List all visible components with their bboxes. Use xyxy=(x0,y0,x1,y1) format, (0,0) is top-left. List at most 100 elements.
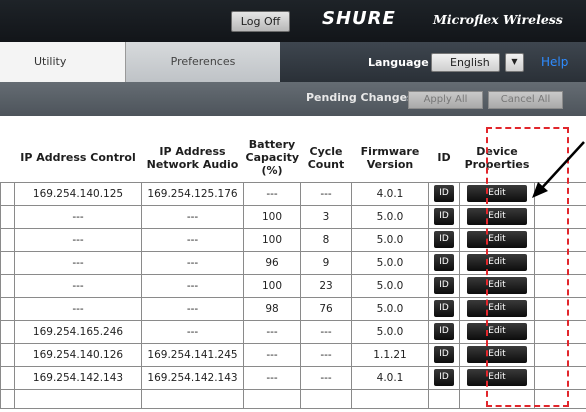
table-row-empty xyxy=(0,388,586,409)
edit-button[interactable]: Edit xyxy=(467,231,527,248)
product-name: Microflex Wireless xyxy=(433,12,563,27)
cancel-all-button[interactable]: Cancel All xyxy=(488,91,563,109)
empty-cell xyxy=(300,388,352,409)
cell-cycle: 23 xyxy=(300,273,352,298)
cell-firmware: 4.0.1 xyxy=(351,365,429,390)
tab-row: Utility Preferences Language English ▼ H… xyxy=(0,42,586,82)
column-header-device-properties: Device Properties xyxy=(459,134,535,182)
edit-button[interactable]: Edit xyxy=(467,300,527,317)
empty-cell xyxy=(534,388,586,409)
identify-button[interactable]: ID xyxy=(434,277,454,294)
table-row: 169.254.165.246 --- --- --- 5.0.0 ID Edit xyxy=(0,319,586,344)
empty-cell xyxy=(351,388,429,409)
cell-device-properties: Edit xyxy=(459,250,535,275)
edit-button[interactable]: Edit xyxy=(467,185,527,202)
cell-cycle: 8 xyxy=(300,227,352,252)
cell-device-properties: Edit xyxy=(459,181,535,206)
edit-button[interactable]: Edit xyxy=(467,208,527,225)
row-gutter xyxy=(0,181,15,206)
row-gutter xyxy=(0,227,15,252)
cell-device-properties: Edit xyxy=(459,273,535,298)
row-gutter xyxy=(0,296,15,321)
cell-ip-control: --- xyxy=(14,250,142,275)
row-gutter-right xyxy=(534,365,586,390)
edit-button[interactable]: Edit xyxy=(467,254,527,271)
identify-button[interactable]: ID xyxy=(434,208,454,225)
cell-ip-control: 169.254.140.125 xyxy=(14,181,142,206)
empty-cell xyxy=(0,388,15,409)
language-select[interactable]: English xyxy=(431,53,500,72)
cell-battery: 98 xyxy=(243,296,301,321)
pending-changes-label: Pending Changes: xyxy=(306,91,418,104)
cell-ip-control: 169.254.140.126 xyxy=(14,342,142,367)
logoff-button[interactable]: Log Off xyxy=(231,11,290,32)
cell-firmware: 5.0.0 xyxy=(351,296,429,321)
identify-button[interactable]: ID xyxy=(434,369,454,386)
empty-cell xyxy=(14,388,142,409)
row-gutter xyxy=(0,342,15,367)
cell-cycle: --- xyxy=(300,365,352,390)
cell-ip-audio: --- xyxy=(141,319,244,344)
cell-device-properties: Edit xyxy=(459,296,535,321)
identify-button[interactable]: ID xyxy=(434,254,454,271)
empty-cell xyxy=(428,388,460,409)
identify-button[interactable]: ID xyxy=(434,300,454,317)
empty-cell xyxy=(459,388,535,409)
row-gutter-right xyxy=(534,250,586,275)
cell-firmware: 5.0.0 xyxy=(351,227,429,252)
cell-ip-audio: --- xyxy=(141,204,244,229)
table-row: 169.254.142.143 169.254.142.143 --- --- 4.0.… xyxy=(0,365,586,390)
column-header-blank xyxy=(0,134,15,182)
cell-ip-control: 169.254.165.246 xyxy=(14,319,142,344)
row-gutter-right xyxy=(534,181,586,206)
edit-button[interactable]: Edit xyxy=(467,323,527,340)
column-header-ip-audio: IP Address Network Audio xyxy=(141,134,244,182)
edit-button[interactable]: Edit xyxy=(467,369,527,386)
cell-device-properties: Edit xyxy=(459,319,535,344)
table-row: --- --- 100 8 5.0.0 ID Edit xyxy=(0,227,586,252)
cell-ip-audio: --- xyxy=(141,296,244,321)
cell-battery: --- xyxy=(243,319,301,344)
cell-ip-control: --- xyxy=(14,204,142,229)
help-link[interactable]: Help xyxy=(541,55,568,69)
cell-device-properties: Edit xyxy=(459,204,535,229)
cell-firmware: 1.1.21 xyxy=(351,342,429,367)
apply-all-button[interactable]: Apply All xyxy=(408,91,483,109)
tab-utility[interactable]: Utility xyxy=(0,42,125,82)
row-gutter xyxy=(0,250,15,275)
table-row: 169.254.140.126 169.254.141.245 --- --- 1.1.… xyxy=(0,342,586,367)
table-row: --- --- 100 23 5.0.0 ID Edit xyxy=(0,273,586,298)
table-row: 169.254.140.125 169.254.125.176 --- --- 4.0.… xyxy=(0,181,586,206)
cell-battery: --- xyxy=(243,342,301,367)
row-gutter-right xyxy=(534,342,586,367)
cell-ip-audio: --- xyxy=(141,273,244,298)
cell-firmware: 5.0.0 xyxy=(351,204,429,229)
column-header-battery: Battery Capacity (%) xyxy=(243,134,301,182)
identify-button[interactable]: ID xyxy=(434,346,454,363)
cell-firmware: 4.0.1 xyxy=(351,181,429,206)
top-bar: Log Off SHURE Microflex Wireless xyxy=(0,0,586,42)
cell-device-properties: Edit xyxy=(459,365,535,390)
row-gutter xyxy=(0,319,15,344)
cell-cycle: --- xyxy=(300,319,352,344)
table-header-spacer xyxy=(0,116,586,134)
cell-battery: --- xyxy=(243,181,301,206)
cell-ip-audio: --- xyxy=(141,250,244,275)
cell-ip-audio: 169.254.125.176 xyxy=(141,181,244,206)
edit-button[interactable]: Edit xyxy=(467,346,527,363)
cell-ip-audio: 169.254.142.143 xyxy=(141,365,244,390)
cell-device-properties: Edit xyxy=(459,342,535,367)
cell-firmware: 5.0.0 xyxy=(351,250,429,275)
cell-battery: 100 xyxy=(243,204,301,229)
identify-button[interactable]: ID xyxy=(434,185,454,202)
cell-id: ID xyxy=(428,342,460,367)
chevron-down-icon[interactable]: ▼ xyxy=(505,53,524,72)
edit-button[interactable]: Edit xyxy=(467,277,527,294)
tab-preferences[interactable]: Preferences xyxy=(125,42,280,82)
cell-firmware: 5.0.0 xyxy=(351,273,429,298)
row-gutter-right xyxy=(534,319,586,344)
identify-button[interactable]: ID xyxy=(434,231,454,248)
identify-button[interactable]: ID xyxy=(434,323,454,340)
table-row: --- --- 100 3 5.0.0 ID Edit xyxy=(0,204,586,229)
row-gutter-right xyxy=(534,273,586,298)
